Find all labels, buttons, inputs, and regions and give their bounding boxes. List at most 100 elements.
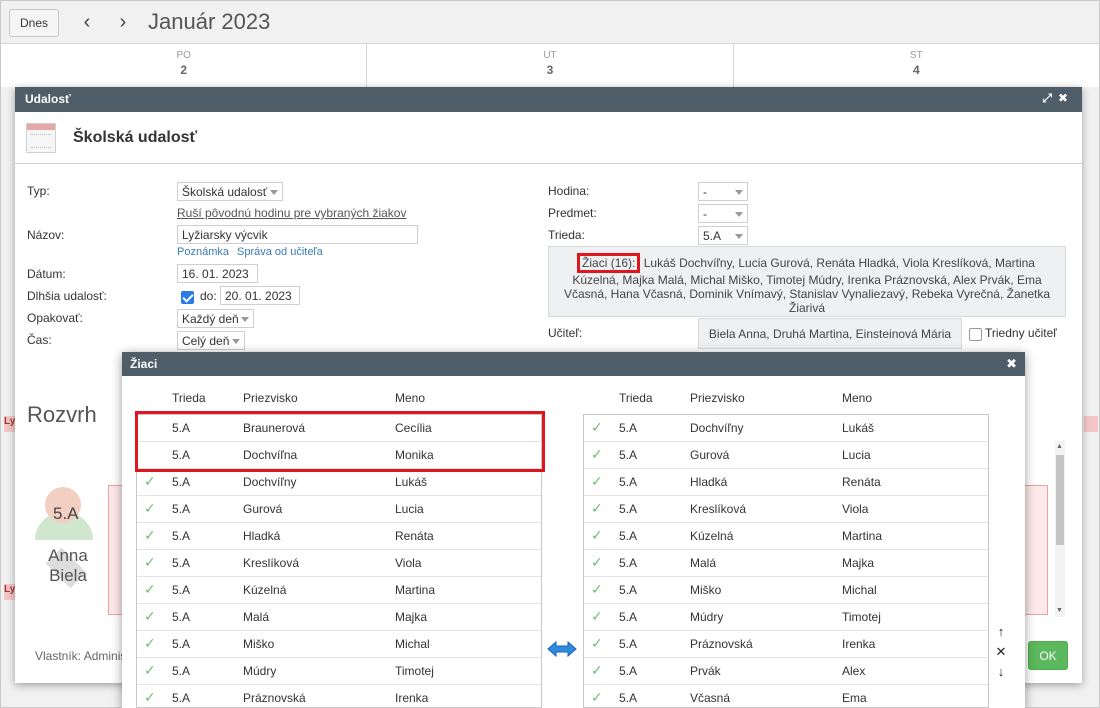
day-date: 4 [912, 63, 920, 77]
cell-meno: Irenka [842, 637, 876, 651]
calendar-day-header: PO 2 UT 3 ST 4 [1, 43, 1099, 87]
poznamka-link[interactable]: Poznámka [177, 246, 229, 258]
col-trieda-right[interactable]: Trieda [619, 391, 653, 405]
table-row[interactable]: ✓ 5.A Múdry Timotej [584, 604, 988, 631]
chevron-right-icon[interactable]: › [113, 11, 133, 33]
cell-trieda: 5.A [619, 529, 638, 543]
chevron-left-icon[interactable]: ‹ [77, 11, 97, 33]
cas-select[interactable]: Celý deň [177, 331, 245, 350]
table-row[interactable]: ✓ 5.A Práznovská Irenka [137, 685, 541, 707]
table-row[interactable]: ✓ 5.A Kreslíková Viola [137, 550, 541, 577]
move-down-icon[interactable]: ↓ [994, 662, 1008, 682]
table-row[interactable]: ✓ 5.A Hladká Renáta [584, 469, 988, 496]
day-column-st[interactable]: ST 4 [734, 44, 1099, 87]
teachers-box[interactable]: Biela Anna, Druhá Martina, Einsteinová M… [698, 318, 962, 349]
table-row[interactable]: ✓ 5.A Kreslíková Viola [584, 496, 988, 523]
col-meno-left[interactable]: Meno [395, 391, 425, 405]
cell-meno: Michal [842, 583, 877, 597]
cell-meno: Renáta [395, 529, 434, 543]
opakovat-select[interactable]: Každý deň [177, 309, 254, 328]
vertical-scrollbar[interactable]: ▲ ▼ [1055, 441, 1065, 617]
check-icon: ✓ [144, 527, 156, 543]
today-button[interactable]: Dnes [9, 9, 59, 37]
table-row[interactable]: ✓ 5.A Gurová Lucia [137, 496, 541, 523]
col-priezvisko-left[interactable]: Priezvisko [243, 391, 298, 405]
table-row[interactable]: ✓ 5.A Dochvíľny Lukáš [137, 469, 541, 496]
day-column-ut[interactable]: UT 3 [367, 44, 734, 87]
dlhsia-checkbox[interactable] [181, 291, 194, 304]
sprava-link[interactable]: Správa od učiteľa [237, 246, 323, 258]
hodina-select[interactable]: - [698, 182, 748, 201]
day-column-po[interactable]: PO 2 [1, 44, 368, 87]
students-dialog-header: Žiaci ✖ [122, 352, 1025, 376]
table-row[interactable]: ✓ 5.A Malá Majka [584, 550, 988, 577]
cell-trieda: 5.A [172, 502, 191, 516]
ok-button[interactable]: OK [1028, 641, 1068, 670]
col-priezvisko-right[interactable]: Priezvisko [690, 391, 745, 405]
day-date: 2 [180, 63, 187, 77]
cell-meno: Martina [395, 583, 436, 597]
typ-select[interactable]: Školská udalosť [177, 182, 283, 201]
col-trieda-left[interactable]: Trieda [172, 391, 206, 405]
table-row[interactable]: ✓ 5.A Miško Michal [584, 577, 988, 604]
triedny-checkbox[interactable] [969, 328, 982, 341]
cell-trieda: 5.A [619, 448, 638, 462]
cell-meno: Martina [842, 529, 883, 543]
cell-trieda: 5.A [619, 610, 638, 624]
cell-trieda: 5.A [172, 475, 191, 489]
cell-meno: Majka [842, 556, 875, 570]
cell-meno: Lukáš [395, 475, 428, 489]
table-row[interactable]: ✓ 5.A Múdry Timotej [137, 658, 541, 685]
remove-icon[interactable]: ✕ [994, 642, 1008, 662]
cell-priezvisko: Gurová [690, 448, 730, 462]
label-do: do: [200, 289, 217, 303]
close-icon[interactable]: ✖ [1058, 91, 1074, 105]
cell-priezvisko: Prvák [690, 664, 721, 678]
check-icon: ✓ [591, 689, 603, 705]
cell-trieda: 5.A [619, 637, 638, 651]
table-row[interactable]: ✓ 5.A Malá Majka [137, 604, 541, 631]
table-row[interactable]: ✓ 5.A Dochvíľny Lukáš [584, 415, 988, 442]
table-row[interactable]: ✓ 5.A Kúzelná Martina [137, 577, 541, 604]
table-row[interactable]: ✓ 5.A Miško Michal [137, 631, 541, 658]
highlight-box [135, 411, 545, 472]
check-icon: ✓ [144, 689, 156, 705]
table-row[interactable]: ✓ 5.A Kúzelná Martina [584, 523, 988, 550]
cell-trieda: 5.A [619, 475, 638, 489]
label-cas: Čas: [27, 333, 52, 347]
students-count[interactable]: Žiaci (16): [577, 253, 641, 273]
cell-meno: Viola [395, 556, 422, 570]
nazov-input[interactable]: Lyžiarsky výcvik [177, 225, 418, 244]
check-icon: ✓ [144, 473, 156, 489]
cell-trieda: 5.A [172, 583, 191, 597]
cell-meno: Ema [842, 691, 867, 705]
day-name: UT [543, 50, 557, 61]
cell-meno: Viola [842, 502, 869, 516]
trieda-select[interactable]: 5.A [698, 226, 748, 245]
predmet-select[interactable]: - [698, 204, 748, 223]
cell-trieda: 5.A [619, 664, 638, 678]
col-meno-right[interactable]: Meno [842, 391, 872, 405]
event-tab-right[interactable] [1084, 416, 1098, 432]
cell-meno: Alex [842, 664, 866, 678]
datum-input[interactable]: 16. 01. 2023 [177, 264, 258, 283]
selected-students-box[interactable]: Žiaci (16): Lukáš Dochvíľny, Lucia Gurov… [548, 246, 1066, 317]
expand-icon[interactable]: ⤢ [1042, 91, 1058, 105]
table-row[interactable]: ✓ 5.A Práznovská Irenka [584, 631, 988, 658]
rusi-hodinu-link[interactable]: Ruší pôvodnú hodinu pre vybraných žiakov [177, 206, 406, 220]
cell-trieda: 5.A [172, 664, 191, 678]
label-hodina: Hodina: [548, 184, 590, 198]
move-up-icon[interactable]: ↑ [994, 622, 1008, 642]
close-icon[interactable]: ✖ [1006, 356, 1017, 372]
transfer-arrow-icon[interactable] [546, 639, 578, 659]
datum-do-input[interactable]: 20. 01. 2023 [220, 286, 300, 305]
teacher-avatar: 5.A Anna Biela [35, 482, 105, 612]
table-row[interactable]: ✓ 5.A Hladká Renáta [137, 523, 541, 550]
cell-priezvisko: Práznovská [243, 691, 306, 705]
table-row[interactable]: ✓ 5.A Gurová Lucia [584, 442, 988, 469]
table-row[interactable]: ✓ 5.A Včasná Ema [584, 685, 988, 707]
table-row[interactable]: ✓ 5.A Prvák Alex [584, 658, 988, 685]
cell-priezvisko: Miško [690, 583, 722, 597]
students-dialog-title: Žiaci [130, 357, 158, 371]
owner-label: Vlastník: Adminis [35, 649, 127, 663]
